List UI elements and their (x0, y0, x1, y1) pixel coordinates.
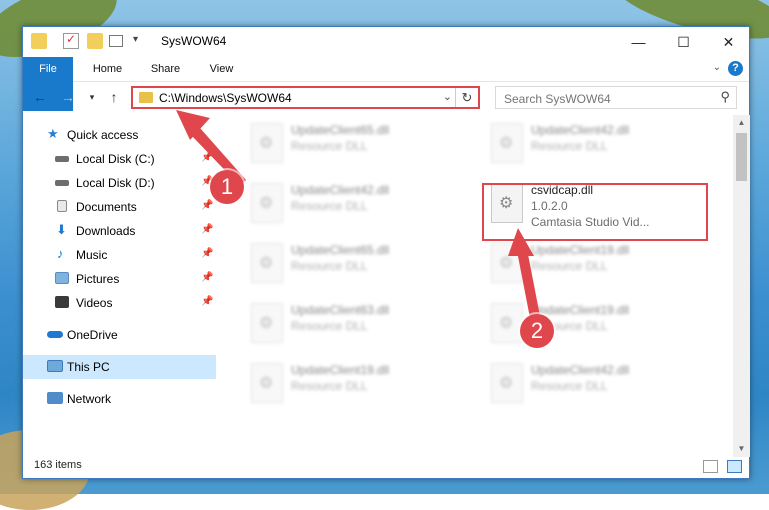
step-marker-2: 2 (520, 314, 554, 348)
step-marker-1: 1 (210, 170, 244, 204)
annotation-arrows (176, 110, 540, 318)
arrow-head-2 (508, 228, 534, 256)
